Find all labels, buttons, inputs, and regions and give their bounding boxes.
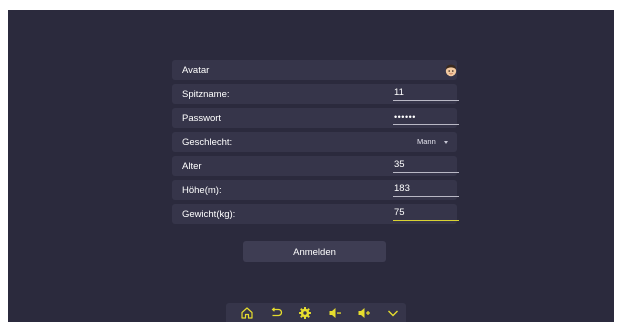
age-row: Alter 35 [172, 156, 459, 176]
height-input[interactable]: 183 [393, 183, 459, 197]
avatar-row[interactable]: Avatar [172, 60, 457, 80]
back-icon[interactable] [269, 306, 283, 320]
weight-row: Gewicht(kg): 75 [172, 204, 459, 224]
settings-icon[interactable] [298, 306, 312, 320]
nickname-input[interactable]: 11 [393, 87, 459, 101]
nickname-label: Spitzname: [182, 89, 230, 100]
volume-down-icon[interactable] [328, 306, 342, 320]
weight-input[interactable]: 75 [393, 207, 459, 221]
avatar-label: Avatar [182, 65, 210, 76]
gender-select[interactable]: Mann [417, 137, 448, 146]
height-label: Höhe(m): [182, 185, 222, 196]
age-label: Alter [182, 161, 202, 172]
password-input[interactable]: •••••• [393, 111, 459, 125]
age-input[interactable]: 35 [393, 159, 459, 173]
gender-label: Geschlecht: [182, 137, 233, 148]
chevron-down-icon[interactable] [386, 306, 400, 320]
weight-label: Gewicht(kg): [182, 209, 236, 220]
bottom-toolbar [226, 303, 406, 322]
height-row: Höhe(m): 183 [172, 180, 459, 200]
login-button[interactable]: Anmelden [243, 241, 386, 262]
nickname-row: Spitzname: 11 [172, 84, 459, 104]
password-label: Passwort [182, 113, 222, 124]
volume-up-icon[interactable] [357, 306, 371, 320]
caret-down-icon [443, 140, 448, 144]
gender-select-value: Mann [417, 137, 436, 146]
login-form: Avatar Spitzname: 11 Passwort •••••• Ges… [172, 60, 459, 228]
app-screen: Avatar Spitzname: 11 Passwort •••••• Ges… [8, 10, 614, 322]
gender-row: Geschlecht: Mann [172, 132, 457, 152]
avatar-icon[interactable] [444, 63, 458, 77]
password-row: Passwort •••••• [172, 108, 459, 128]
home-icon[interactable] [240, 306, 254, 320]
